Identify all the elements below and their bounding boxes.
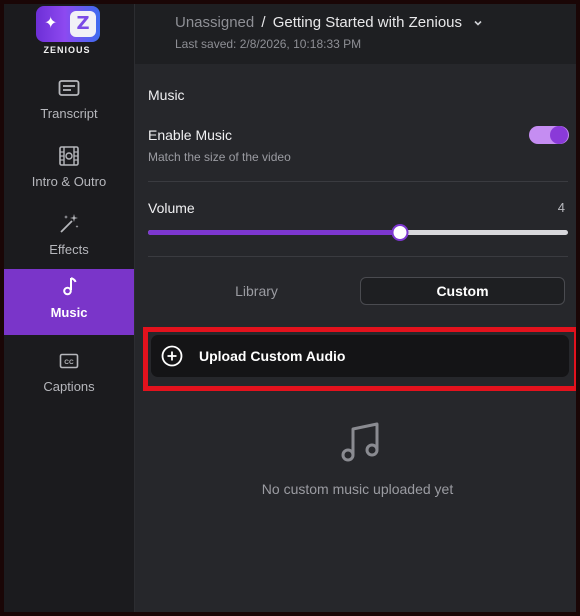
upload-custom-audio-button[interactable]: Upload Custom Audio	[151, 335, 569, 377]
toggle-knob	[550, 126, 568, 144]
captions-icon: CC	[59, 353, 79, 369]
volume-slider-fill	[148, 230, 400, 235]
app-window: ✦ Z ZENIOUS Transcript Intro & Outro Eff…	[0, 0, 580, 616]
tab-custom[interactable]: Custom	[360, 277, 565, 305]
sidebar-item-intro-outro[interactable]: Intro & Outro	[4, 138, 134, 204]
sidebar-item-captions[interactable]: CC Captions	[4, 343, 134, 409]
svg-text:CC: CC	[64, 359, 74, 366]
enable-music-description: Match the size of the video	[148, 150, 291, 164]
volume-label: Volume	[148, 200, 195, 216]
sidebar-item-label: Transcript	[40, 106, 98, 121]
sidebar-item-effects[interactable]: Effects	[4, 206, 134, 272]
sparkle-icon: ✦	[44, 15, 58, 32]
sidebar-item-label: Music	[50, 305, 88, 320]
enable-music-label: Enable Music	[148, 127, 233, 143]
volume-slider-thumb[interactable]	[391, 224, 409, 241]
empty-state-text: No custom music uploaded yet	[261, 481, 454, 497]
breadcrumb-separator: /	[261, 14, 266, 31]
tab-library[interactable]: Library	[154, 277, 359, 305]
breadcrumb-folder[interactable]: Unassigned	[175, 14, 254, 31]
last-saved-text: Last saved: 2/8/2026, 10:18:33 PM	[175, 37, 362, 51]
divider	[148, 181, 568, 182]
breadcrumb[interactable]: Unassigned / Getting Started with Zeniou…	[175, 14, 484, 31]
music-notes-icon	[341, 422, 379, 462]
divider	[148, 256, 568, 257]
sidebar-item-transcript[interactable]: Transcript	[4, 70, 134, 136]
volume-slider[interactable]	[148, 224, 568, 241]
logo-letter: Z	[70, 11, 96, 37]
section-title: Music	[148, 87, 185, 103]
volume-value: 4	[557, 200, 565, 215]
chevron-down-icon[interactable]	[472, 17, 484, 29]
magic-wand-icon	[60, 214, 79, 233]
sidebar: ✦ Z ZENIOUS Transcript Intro & Outro Eff…	[4, 4, 135, 612]
app-logo[interactable]: ✦ Z ZENIOUS	[34, 6, 100, 58]
sidebar-item-label: Effects	[49, 242, 89, 257]
project-title[interactable]: Getting Started with Zenious	[273, 14, 462, 31]
sidebar-item-music[interactable]: Music	[4, 269, 134, 335]
film-icon	[59, 146, 79, 166]
enable-music-toggle[interactable]	[529, 126, 569, 144]
logo-badge: ✦ Z	[36, 6, 100, 42]
sidebar-item-label: Intro & Outro	[31, 174, 107, 189]
brand-name: ZENIOUS	[43, 45, 91, 55]
music-note-icon	[63, 277, 77, 296]
plus-circle-icon	[161, 345, 183, 367]
upload-button-label: Upload Custom Audio	[199, 348, 346, 364]
sidebar-item-label: Captions	[43, 379, 95, 394]
transcript-icon	[58, 80, 80, 96]
project-header: Unassigned / Getting Started with Zeniou…	[135, 4, 576, 64]
